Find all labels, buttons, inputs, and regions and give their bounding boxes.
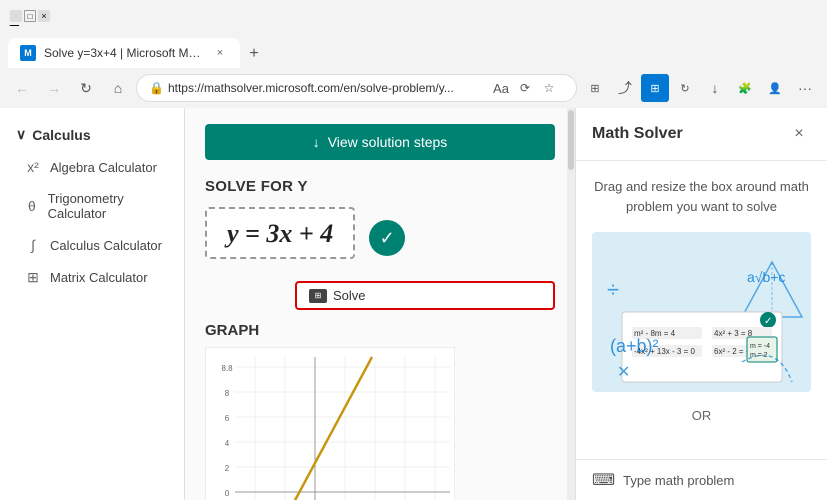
panel-body: Drag and resize the box around math prob… (576, 161, 827, 459)
scroll-indicator[interactable] (567, 108, 575, 500)
toolbar: ⊞ ⤴ ⊞ ↻ ↓ 🧩 👤 ··· (581, 74, 819, 102)
view-solution-label: View solution steps (328, 134, 448, 150)
sidebar-item-calculus[interactable]: ∫ Calculus Calculator (0, 229, 184, 261)
favourites-btn[interactable]: ⤴ (611, 74, 639, 102)
matrix-icon: ⊞ (24, 269, 42, 286)
tab-title: Solve y=3x+4 | Microsoft Math S... (44, 46, 204, 60)
main-content: ↓ View solution steps SOLVE FOR Y y = 3x… (185, 108, 575, 500)
arrow-down-icon: ↓ (313, 134, 320, 150)
addressbar: ← → ↻ ⌂ 🔒 https://mathsolver.microsoft.c… (0, 68, 827, 108)
downloads-btn[interactable]: ↓ (701, 74, 729, 102)
algebra-label: Algebra Calculator (50, 160, 157, 175)
matrix-label: Matrix Calculator (50, 270, 148, 285)
star-icon[interactable]: ☆ (538, 77, 560, 99)
tab-search-btn[interactable]: ⊞ (581, 74, 609, 102)
trig-label: Trigonometry Calculator (48, 191, 168, 221)
sidebar-item-matrix[interactable]: ⊞ Matrix Calculator (0, 261, 184, 294)
refresh-btn[interactable]: ↻ (72, 74, 100, 102)
scroll-thumb (568, 110, 574, 170)
solve-for-title: SOLVE FOR Y (205, 178, 555, 195)
graph-container: 8.8 8 6 4 2 0 -2 -4 -6 (205, 347, 455, 500)
new-tab-btn[interactable]: + (240, 40, 268, 68)
titlebar: _ □ × (0, 0, 827, 32)
calculus-label: Calculus Calculator (50, 238, 162, 253)
graph-title: GRAPH (205, 322, 555, 339)
math-solver-panel: Math Solver × Drag and resize the box ar… (575, 108, 827, 500)
illustration-svg: ÷ a√b+c ✓ m² - 8m = 4 4x² + 3 = 8 (592, 232, 811, 392)
refresh-icon[interactable]: ⟳ (514, 77, 536, 99)
checkmark-icon: ✓ (380, 228, 395, 249)
panel-close-btn[interactable]: × (787, 122, 811, 146)
svg-text:4: 4 (225, 439, 230, 448)
sidebar: ∨ Calculus x² Algebra Calculator θ Trigo… (0, 108, 185, 500)
algebra-icon: x² (24, 159, 42, 175)
sidebar-section-calculus[interactable]: ∨ Calculus (0, 118, 184, 151)
trig-icon: θ (24, 198, 40, 214)
view-solution-btn[interactable]: ↓ View solution steps (205, 124, 555, 160)
panel-header: Math Solver × (576, 108, 827, 161)
panel-or-divider: OR (592, 408, 811, 423)
svg-text:✓: ✓ (764, 316, 772, 327)
browser-content: ∨ Calculus x² Algebra Calculator θ Trigo… (0, 108, 827, 500)
section-title: Calculus (32, 127, 90, 143)
forward-btn[interactable]: → (40, 74, 68, 102)
solve-icon: ⊞ (309, 289, 327, 303)
section-arrow: ∨ (16, 126, 26, 143)
svg-text:4x² + 3 = 8: 4x² + 3 = 8 (714, 329, 753, 338)
collections-btn[interactable]: ⊞ (641, 74, 669, 102)
keyboard-icon: ⌨ (592, 470, 615, 490)
extensions-btn[interactable]: 🧩 (731, 74, 759, 102)
svg-text:8: 8 (225, 389, 230, 398)
svg-text:8.8: 8.8 (221, 364, 233, 373)
sidebar-item-algebra[interactable]: x² Algebra Calculator (0, 151, 184, 183)
tab-bar: M Solve y=3x+4 | Microsoft Math S... × + (0, 32, 827, 68)
svg-text:2: 2 (225, 464, 230, 473)
svg-text:0: 0 (225, 489, 230, 498)
tab-favicon: M (20, 45, 36, 61)
solve-button[interactable]: ⊞ Solve (295, 281, 555, 310)
panel-type-math-btn[interactable]: ⌨ Type math problem (576, 459, 827, 500)
panel-description: Drag and resize the box around math prob… (592, 177, 811, 216)
history-btn[interactable]: ↻ (671, 74, 699, 102)
svg-text:m = -4: m = -4 (750, 343, 770, 350)
read-icon[interactable]: Aa (490, 77, 512, 99)
svg-text:6: 6 (225, 414, 230, 423)
or-text: OR (692, 408, 712, 423)
url-text: https://mathsolver.microsoft.com/en/solv… (168, 81, 490, 95)
address-bar-input[interactable]: 🔒 https://mathsolver.microsoft.com/en/so… (136, 74, 577, 102)
sidebar-item-trig[interactable]: θ Trigonometry Calculator (0, 183, 184, 229)
back-btn[interactable]: ← (8, 74, 36, 102)
svg-text:✕: ✕ (617, 364, 630, 381)
panel-footer-label: Type math problem (623, 473, 734, 488)
tab-close-btn[interactable]: × (212, 45, 228, 61)
equation-box: y = 3x + 4 (205, 207, 355, 259)
close-btn[interactable]: × (38, 10, 50, 22)
more-btn[interactable]: ··· (791, 74, 819, 102)
profile-btn[interactable]: 👤 (761, 74, 789, 102)
panel-title: Math Solver (592, 125, 683, 143)
maximize-btn[interactable]: □ (24, 10, 36, 22)
panel-illustration: ÷ a√b+c ✓ m² - 8m = 4 4x² + 3 = 8 (592, 232, 811, 392)
graph-svg: 8.8 8 6 4 2 0 -2 -4 -6 (205, 347, 455, 500)
home-btn[interactable]: ⌂ (104, 74, 132, 102)
equation-text: y = 3x + 4 (227, 219, 333, 248)
browser-tab[interactable]: M Solve y=3x+4 | Microsoft Math S... × (8, 38, 240, 68)
minimize-btn[interactable]: _ (10, 10, 22, 22)
svg-text:(a+b)²: (a+b)² (610, 336, 659, 356)
solve-btn-label: Solve (333, 288, 366, 303)
svg-text:÷: ÷ (607, 277, 619, 302)
calculus-icon: ∫ (24, 237, 42, 253)
checkmark-circle: ✓ (369, 220, 405, 256)
